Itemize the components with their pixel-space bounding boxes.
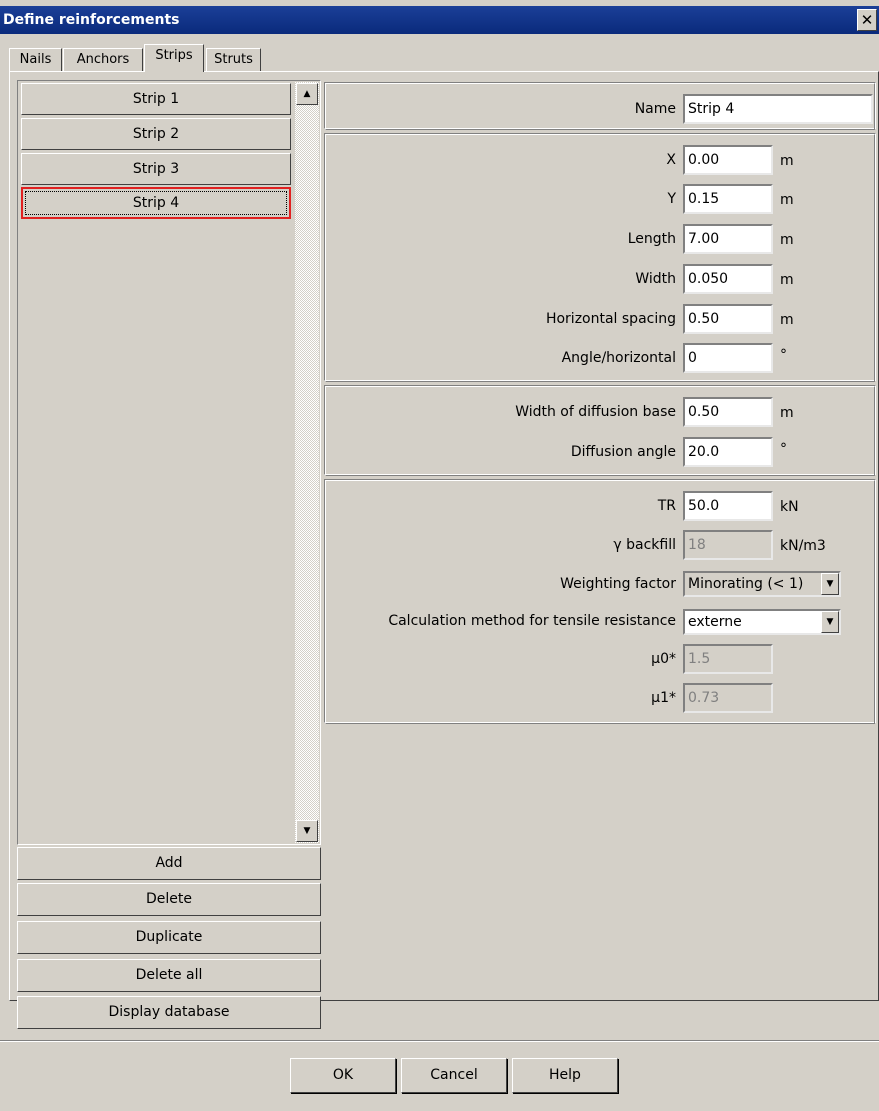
- delete-all-button[interactable]: Delete all: [17, 959, 321, 992]
- tr-unit: kN: [780, 499, 799, 515]
- diffusion-base-width-label: Width of diffusion base: [515, 404, 676, 420]
- calc-method-select[interactable]: externe ▼: [683, 609, 841, 635]
- horizontal-spacing-label: Horizontal spacing: [545, 311, 676, 327]
- tab-strips[interactable]: Strips: [144, 44, 204, 72]
- list-item-label: Strip 4: [25, 191, 287, 215]
- calc-method-label: Calculation method for tensile resistanc…: [388, 613, 676, 629]
- diffusion-angle-field[interactable]: 20.0: [683, 437, 773, 467]
- cancel-button[interactable]: Cancel: [401, 1058, 507, 1093]
- chevron-down-icon[interactable]: ▼: [821, 611, 839, 633]
- close-icon[interactable]: ✕: [857, 9, 877, 31]
- angle-horizontal-unit: °: [780, 347, 787, 363]
- list-item-strip-2[interactable]: Strip 2: [21, 118, 291, 150]
- tab-nails[interactable]: Nails: [9, 48, 62, 72]
- width-field[interactable]: 0.050: [683, 264, 773, 294]
- width-unit: m: [780, 272, 794, 288]
- window-title-bar: Define reinforcements ✕: [0, 6, 879, 34]
- width-label: Width: [635, 271, 676, 287]
- weighting-factor-select[interactable]: Minorating (< 1) ▼: [683, 571, 841, 597]
- tab-struts[interactable]: Struts: [206, 48, 261, 72]
- diffusion-angle-label: Diffusion angle: [570, 444, 676, 460]
- delete-button[interactable]: Delete: [17, 883, 321, 916]
- help-button[interactable]: Help: [512, 1058, 618, 1093]
- weighting-factor-label: Weighting factor: [560, 576, 676, 592]
- window-title: Define reinforcements: [3, 12, 180, 28]
- length-label: Length: [627, 231, 676, 247]
- y-field[interactable]: 0.15: [683, 184, 773, 214]
- scroll-up-icon[interactable]: ▲: [296, 83, 318, 105]
- x-field[interactable]: 0.00: [683, 145, 773, 175]
- x-unit: m: [780, 153, 794, 169]
- gamma-backfill-unit: kN/m3: [780, 538, 826, 554]
- duplicate-button[interactable]: Duplicate: [17, 921, 321, 954]
- display-database-button[interactable]: Display database: [17, 996, 321, 1029]
- list-item-strip-4[interactable]: Strip 4: [21, 187, 291, 219]
- diffusion-angle-unit: °: [780, 441, 787, 457]
- add-button[interactable]: Add: [17, 847, 321, 880]
- mu1-field: 0.73: [683, 683, 773, 713]
- angle-horizontal-field[interactable]: 0: [683, 343, 773, 373]
- tab-anchors[interactable]: Anchors: [63, 48, 143, 72]
- angle-horizontal-label: Angle/horizontal: [561, 350, 676, 366]
- chevron-down-icon[interactable]: ▼: [821, 573, 839, 595]
- tr-field[interactable]: 50.0: [683, 491, 773, 521]
- x-label: X: [666, 152, 676, 168]
- mu1-label: μ1*: [651, 690, 676, 706]
- mu0-label: μ0*: [651, 651, 676, 667]
- diffusion-base-width-unit: m: [780, 405, 794, 421]
- list-item-strip-1[interactable]: Strip 1: [21, 83, 291, 115]
- diffusion-base-width-field[interactable]: 0.50: [683, 397, 773, 427]
- list-scrollbar[interactable]: [295, 82, 319, 843]
- weighting-factor-value: Minorating (< 1): [688, 576, 804, 592]
- horizontal-spacing-unit: m: [780, 312, 794, 328]
- gamma-backfill-field: 18: [683, 530, 773, 560]
- name-label: Name: [634, 101, 676, 117]
- horizontal-spacing-field[interactable]: 0.50: [683, 304, 773, 334]
- y-unit: m: [780, 192, 794, 208]
- footer-separator: [0, 1040, 879, 1042]
- mu0-field: 1.5: [683, 644, 773, 674]
- scroll-down-icon[interactable]: ▼: [296, 820, 318, 842]
- ok-button[interactable]: OK: [290, 1058, 396, 1093]
- length-unit: m: [780, 232, 794, 248]
- length-field[interactable]: 7.00: [683, 224, 773, 254]
- name-field[interactable]: Strip 4: [683, 94, 873, 124]
- y-label: Y: [667, 191, 676, 207]
- list-item-strip-3[interactable]: Strip 3: [21, 153, 291, 185]
- tr-label: TR: [657, 498, 676, 514]
- gamma-backfill-label: γ backfill: [613, 537, 676, 553]
- calc-method-value: externe: [688, 614, 742, 630]
